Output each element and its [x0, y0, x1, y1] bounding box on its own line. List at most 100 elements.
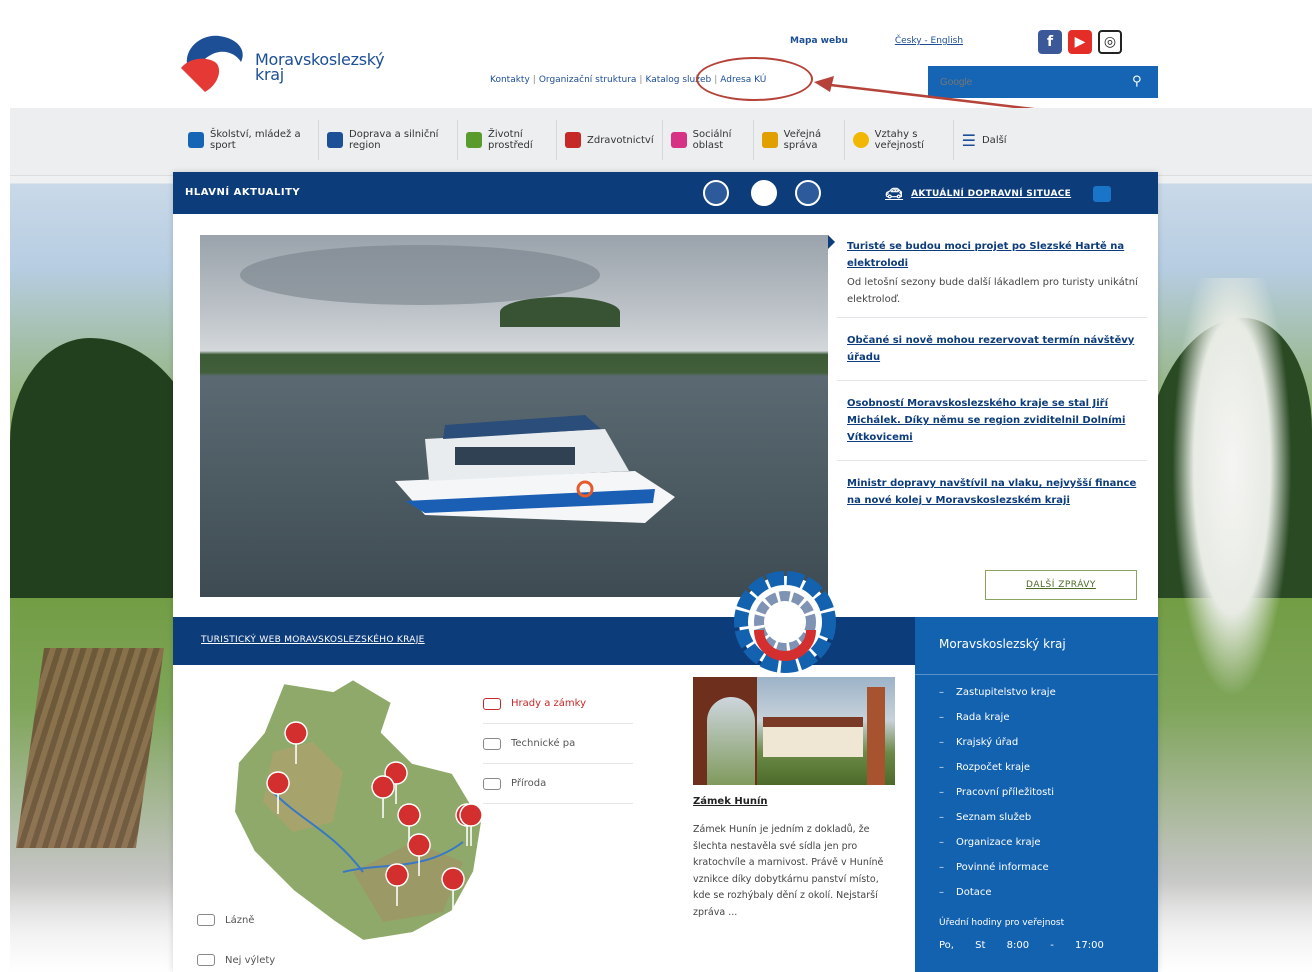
region-title: Moravskoslezský kraj: [915, 617, 1158, 675]
nav-label: Další: [981, 134, 1007, 146]
cloud: [240, 245, 600, 305]
logo-line2: kraj: [255, 65, 284, 84]
category-label: Lázně: [225, 914, 255, 926]
nav-item-environment[interactable]: Životní prostředí: [458, 120, 557, 160]
nav-label: Školství, mládež a sport: [210, 129, 301, 151]
region-logo[interactable]: [175, 28, 255, 100]
nav-label: Vztahy s veřejností: [874, 129, 924, 151]
news-item[interactable]: Turisté se budou moci projet po Slezské …: [837, 232, 1147, 318]
region-links: – Zastupitelstvo kraje – Rada kraje – Krajs…: [915, 675, 1158, 912]
top-links: Mapa webu Česky - English: [790, 36, 963, 46]
language-switch[interactable]: Česky - English: [895, 36, 963, 46]
nav-item-transport[interactable]: Doprava a silniční region: [319, 120, 458, 160]
category-nature[interactable]: Příroda: [483, 764, 633, 804]
active-news-marker: [828, 235, 835, 249]
office-hours: Po, St 8:00 - 17:00: [939, 940, 1104, 951]
nav-label: Zdravotnictví: [587, 134, 654, 146]
nav-item-public-admin[interactable]: Veřejná správa: [754, 120, 845, 160]
column: [867, 687, 885, 785]
instagram-icon[interactable]: ◎: [1098, 30, 1122, 54]
category-label: Příroda: [511, 778, 547, 789]
category-label: Technické pa: [511, 738, 576, 749]
region-link[interactable]: – Pracovní příležitosti: [939, 787, 1158, 812]
binoculars-icon: [483, 697, 501, 710]
emblem-icon[interactable]: [751, 180, 777, 206]
nav-item-health[interactable]: Zdravotnictví: [557, 120, 663, 160]
org-structure-link[interactable]: Organizační struktura: [539, 75, 637, 85]
binoculars-icon: [197, 954, 215, 966]
category-trips[interactable]: Nej výlety: [197, 954, 275, 966]
logo-text: Moravskoslezský kraj: [255, 52, 385, 84]
nav-label: Životní prostředí: [488, 129, 533, 151]
school-icon: [188, 132, 204, 148]
health-icon: [565, 132, 581, 148]
nav-item-education[interactable]: Školství, mládež a sport: [180, 120, 319, 160]
menu-icon: ☰: [961, 130, 976, 150]
binoculars-icon: [483, 737, 501, 750]
region-link[interactable]: – Povinné informace: [939, 862, 1158, 887]
news-item[interactable]: Občané si nově mohou rezervovat termín n…: [837, 318, 1147, 381]
people-icon: [670, 132, 687, 148]
binoculars-icon: [483, 777, 501, 790]
nav-label: Sociální oblast: [692, 129, 732, 151]
building-icon: [761, 132, 778, 148]
nav-label: Doprava a silniční region: [349, 129, 439, 151]
category-technical[interactable]: Technické pa: [483, 724, 633, 764]
woodpile: [15, 648, 165, 848]
news-item[interactable]: Osobností Moravskoslezského kraje se sta…: [837, 381, 1147, 461]
tourism-link[interactable]: TURISTICKÝ WEB MORAVSKOSLEZSKÉHO KRAJE: [201, 635, 425, 645]
arch-opening: [707, 697, 755, 785]
region-link[interactable]: – Krajský úřad: [939, 737, 1158, 762]
region-link[interactable]: – Seznam služeb: [939, 812, 1158, 837]
eagle-icon[interactable]: [795, 180, 821, 206]
category-spa[interactable]: Lázně: [197, 914, 254, 926]
region-map[interactable]: [213, 672, 493, 972]
hero-image[interactable]: [200, 235, 828, 597]
toggle-button[interactable]: [1093, 186, 1112, 202]
news-title[interactable]: Turisté se budou moci projet po Slezské …: [847, 241, 1124, 269]
nav-item-social[interactable]: Sociální oblast: [663, 120, 754, 160]
region-link[interactable]: – Dotace: [939, 887, 1158, 912]
traffic-label: AKTUÁLNÍ DOPRAVNÍ SITUACE: [911, 189, 1072, 199]
electric-boat: [395, 415, 675, 523]
nav-item-more[interactable]: ☰ Další: [954, 120, 1015, 160]
social-links: f ▶ ◎: [1038, 30, 1122, 54]
castle-image[interactable]: [693, 677, 895, 785]
region-link[interactable]: – Rada kraje: [939, 712, 1158, 737]
tourism-wheel-logo[interactable]: [726, 570, 844, 674]
blossom-tree: [1172, 278, 1292, 698]
region-link[interactable]: – Zastupitelstvo kraje: [939, 687, 1158, 712]
news-title[interactable]: Občané si nově mohou rezervovat termín n…: [847, 335, 1134, 363]
castle-building: [763, 717, 863, 757]
main-nav: Školství, mládež a sport Doprava a silni…: [10, 108, 1312, 176]
sitemap-link[interactable]: Mapa webu: [790, 36, 848, 46]
car-icon: 🚗︎: [885, 186, 904, 202]
emblem-icon[interactable]: [703, 180, 729, 206]
news-title[interactable]: Ministr dopravy navštívil na vlaku, nejv…: [847, 478, 1136, 506]
tree-icon: [466, 132, 482, 148]
main-news-title: HLAVNÍ AKTUALITY: [185, 187, 301, 198]
nav-label: Veřejná správa: [783, 129, 822, 151]
region-link[interactable]: – Rozpočet kraje: [939, 762, 1158, 787]
castle-text: Zámek Hunín je jedním z dokladů, že šlec…: [693, 824, 884, 918]
tourism-categories: Hrady a zámky Technické pa Příroda: [483, 684, 633, 804]
annotation-circle: [696, 57, 813, 101]
nav-item-public-relations[interactable]: Vztahy s veřejností: [845, 120, 954, 160]
chat-icon: [852, 132, 869, 148]
more-news-button[interactable]: DALŠÍ ZPRÁVY: [985, 570, 1137, 600]
category-label: Hrady a zámky: [511, 698, 586, 709]
castle-title[interactable]: Zámek Hunín: [693, 796, 768, 807]
hill: [500, 297, 620, 327]
news-text: Od letošní sezony bude další lákadlem pr…: [847, 277, 1138, 305]
news-item[interactable]: Ministr dopravy navštívil na vlaku, nejv…: [837, 461, 1147, 518]
traffic-link[interactable]: 🚗︎ AKTUÁLNÍ DOPRAVNÍ SITUACE: [885, 186, 1112, 202]
youtube-icon[interactable]: ▶: [1068, 30, 1092, 54]
bus-icon: [327, 132, 343, 148]
contacts-link[interactable]: Kontakty: [490, 75, 530, 85]
news-list: Turisté se budou moci projet po Slezské …: [837, 232, 1147, 518]
binoculars-icon: [197, 914, 215, 926]
facebook-icon[interactable]: f: [1038, 30, 1062, 54]
news-title[interactable]: Osobností Moravskoslezského kraje se sta…: [847, 398, 1125, 443]
region-link[interactable]: – Organizace kraje: [939, 837, 1158, 862]
category-castles[interactable]: Hrady a zámky: [483, 684, 633, 724]
